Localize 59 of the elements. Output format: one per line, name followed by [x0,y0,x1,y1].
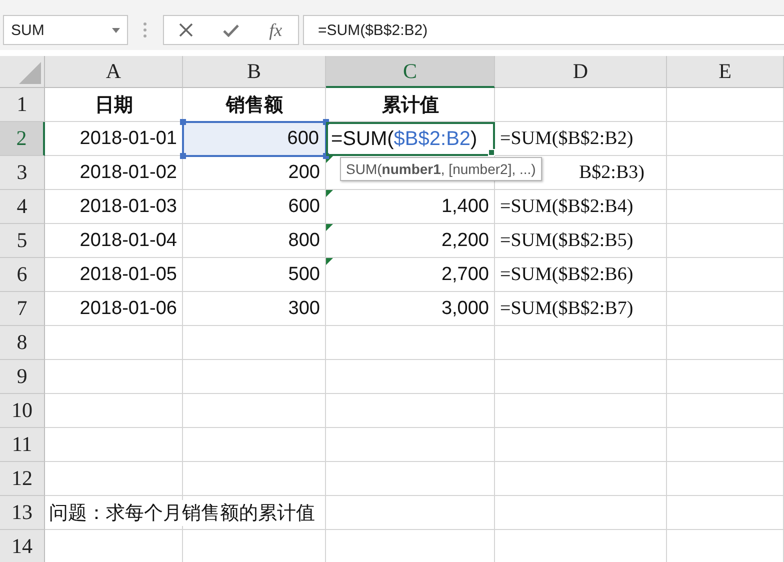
column-header[interactable]: A [45,56,183,88]
formula-field[interactable]: =SUM($B$2:B2) [303,15,784,45]
caret-icon [112,28,120,32]
table-cell: =SUM($B$2:B7) [500,298,634,320]
error-indicator-icon [326,224,333,231]
table-cell: =SUM($B$2:B5) [500,230,634,252]
close-icon [179,23,194,37]
table-cell: 500 [288,264,320,286]
table-cell: 2,200 [441,230,489,252]
row-header[interactable]: 8 [0,326,45,360]
row-header[interactable]: 6 [0,258,45,292]
table-cell: 2018-01-05 [80,264,177,286]
table-cell-text: 日期 [95,93,133,118]
column-header[interactable]: D [495,56,667,88]
table-cell: 2018-01-04 [80,230,177,252]
error-indicator-icon [326,190,333,197]
table-cell: 2018-01-03 [80,196,177,218]
row-header[interactable]: 14 [0,530,45,562]
referenced-cell[interactable]: 600 [183,122,326,156]
error-indicator-icon [326,258,333,265]
row-header[interactable]: 1 [0,88,45,122]
table-cell: =SUM($B$2:B2) [500,128,634,150]
row-header[interactable]: 7 [0,292,45,326]
table-cell: 2018-01-01 [80,128,177,150]
table-cell: 2,700 [441,264,489,286]
table-cell: =SUM($B$2:B6) [500,264,634,286]
row-header[interactable]: 11 [0,428,45,462]
row-header[interactable]: 5 [0,224,45,258]
table-cell: =SUM($B$2:B4) [500,196,634,218]
table-cell: 800 [288,230,320,252]
row-header[interactable]: 12 [0,462,45,496]
row-header[interactable]: 10 [0,394,45,428]
table-cell: 2018-01-06 [80,298,177,320]
check-icon [222,24,239,36]
table-cell: B$2:B3) [579,162,644,184]
table-cell-text: 累计值 [382,93,439,118]
grip-icon [143,22,147,38]
row-header[interactable]: 13 [0,496,45,530]
table-cell: 3,000 [441,298,489,320]
insert-function-button[interactable]: fx [260,17,291,43]
table-cell: 600 [288,196,320,218]
row-header[interactable]: 3 [0,156,45,190]
row-header[interactable]: 2 [0,122,45,156]
column-header[interactable]: E [667,56,784,88]
table-cell: 问题：求每个月销售额的累计值 [49,500,315,526]
table-cell: 1,400 [441,196,489,218]
table-cell: 200 [288,162,320,184]
triangle-icon [19,62,41,84]
column-header[interactable]: B [183,56,326,88]
row-header[interactable]: 4 [0,190,45,224]
name-box[interactable]: SUM [3,15,128,45]
error-indicator-icon [326,156,333,163]
table-cell-text: 销售额 [226,93,283,118]
table-cell: 2018-01-02 [80,162,177,184]
row-header[interactable]: 9 [0,360,45,394]
function-tooltip: SUM(number1, [number2], ...) [340,157,542,181]
column-header[interactable]: C [326,56,495,88]
active-cell[interactable]: =SUM($B$2:B2) [326,122,495,156]
table-cell: 300 [288,298,320,320]
